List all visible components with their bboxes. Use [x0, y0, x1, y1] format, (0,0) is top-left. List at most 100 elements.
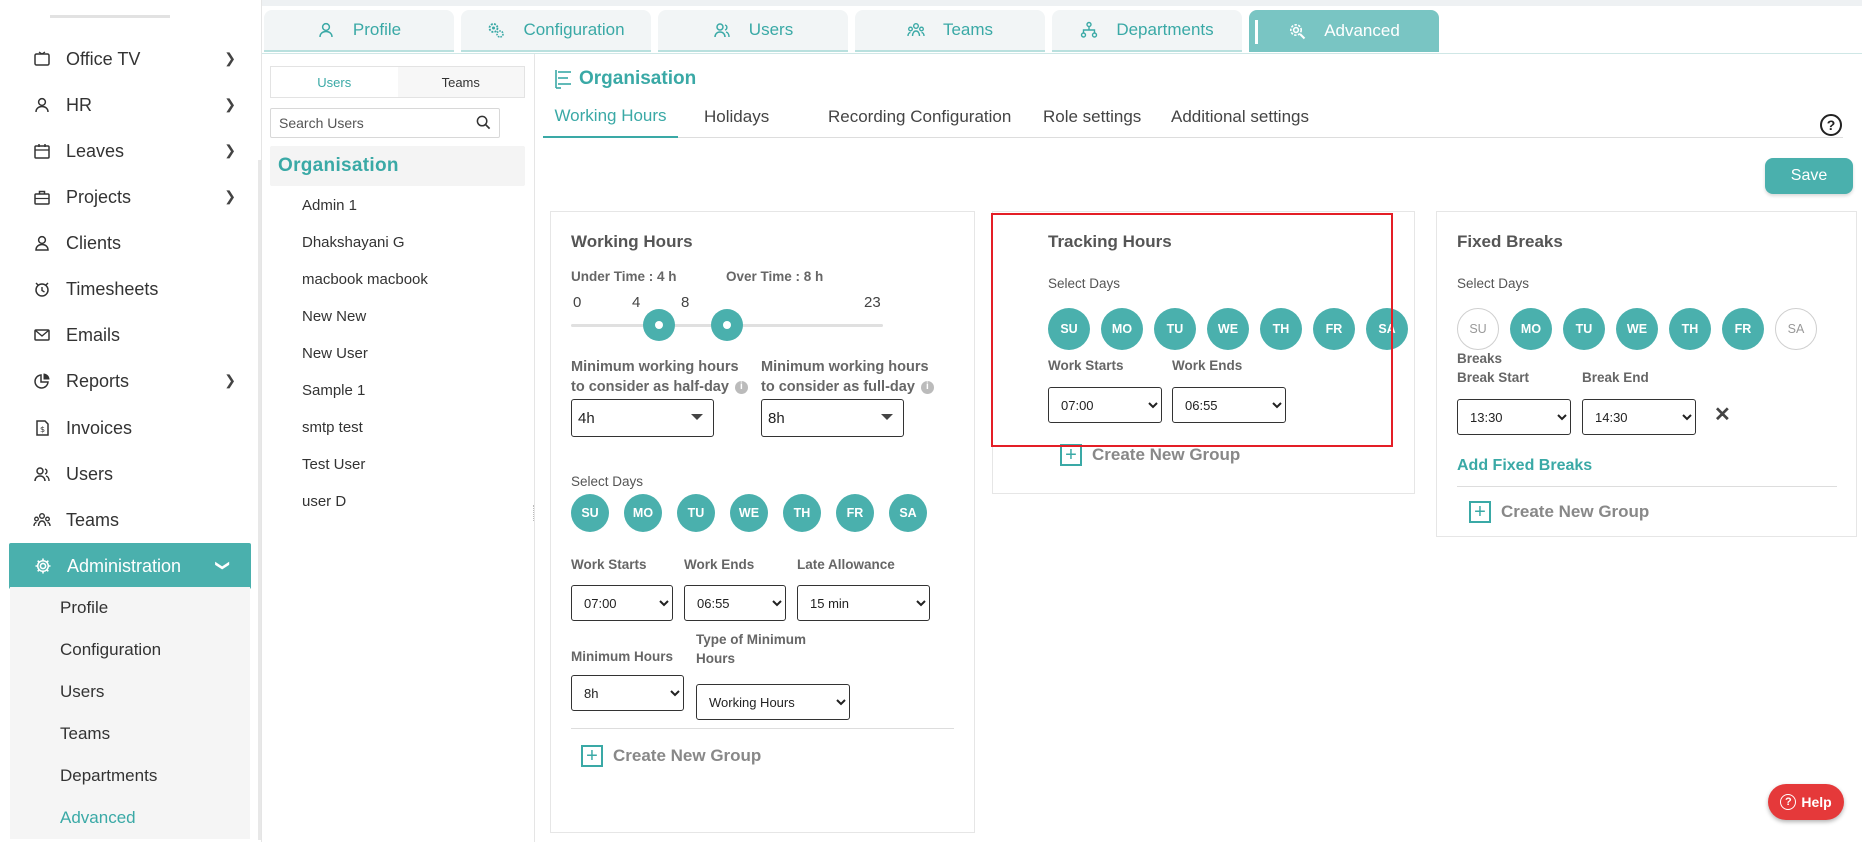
- sidebar-item-clients[interactable]: Clients: [0, 220, 258, 266]
- sidebar-sub-advanced[interactable]: Advanced: [10, 797, 250, 839]
- users-icon: [713, 21, 740, 39]
- switch-teams[interactable]: Teams: [397, 67, 524, 97]
- sidebar-sub-departments[interactable]: Departments: [10, 755, 250, 797]
- sidebar-item-leaves[interactable]: Leaves ❯: [0, 128, 258, 174]
- search-users-input[interactable]: [279, 115, 469, 131]
- sidebar-item-label: Projects: [66, 186, 132, 207]
- user-list-item[interactable]: Dhakshayani G: [302, 230, 405, 254]
- late-allowance-select[interactable]: 15 min: [797, 585, 930, 621]
- user-list-item[interactable]: New User: [302, 341, 368, 365]
- top-tab-advanced[interactable]: Advanced: [1249, 10, 1439, 52]
- page-title: Organisation: [555, 68, 696, 90]
- tv-icon: [32, 49, 52, 69]
- top-tab-label: Departments: [1116, 20, 1214, 39]
- user-list-item[interactable]: New New: [302, 304, 366, 328]
- top-tab-configuration[interactable]: Configuration: [461, 10, 651, 52]
- sidebar-item-label: Clients: [66, 232, 122, 253]
- tab-holidays[interactable]: Holidays: [704, 96, 769, 138]
- sidebar-item-emails[interactable]: Emails: [0, 312, 258, 358]
- create-new-group-button[interactable]: + Create New Group: [1060, 444, 1240, 466]
- work-ends-select[interactable]: 06:55: [684, 585, 786, 621]
- switch-users[interactable]: Users: [271, 67, 398, 97]
- add-fixed-breaks-link[interactable]: Add Fixed Breaks: [1457, 457, 1592, 475]
- user-list-item[interactable]: macbook macbook: [302, 267, 428, 291]
- day-toggle-su[interactable]: SU: [1457, 308, 1499, 350]
- day-toggle-su[interactable]: SU: [571, 494, 609, 532]
- day-toggle-th[interactable]: TH: [1669, 308, 1711, 350]
- sidebar-item-timesheets[interactable]: Timesheets: [0, 266, 258, 312]
- day-toggle-tu[interactable]: TU: [1563, 308, 1605, 350]
- settings-tabs: Working Hours Holidays Recording Configu…: [543, 96, 1843, 138]
- sidebar-item-label: Reports: [66, 370, 130, 391]
- day-toggle-mo[interactable]: MO: [624, 494, 662, 532]
- sidebar-item-projects[interactable]: Projects ❯: [0, 174, 258, 220]
- help-question-icon[interactable]: ?: [1820, 114, 1842, 136]
- day-toggle-tu[interactable]: TU: [677, 494, 715, 532]
- day-toggle-fr[interactable]: FR: [836, 494, 874, 532]
- sidebar-scrollbar[interactable]: [258, 160, 261, 840]
- minimum-hours-select[interactable]: 8h: [571, 675, 684, 711]
- sidebar-item-office-tv[interactable]: Office TV ❯: [0, 36, 258, 82]
- create-new-group-button[interactable]: + Create New Group: [1469, 501, 1649, 523]
- plus-icon: +: [581, 745, 603, 767]
- sidebar-item-hr[interactable]: HR ❯: [0, 82, 258, 128]
- help-button[interactable]: ? Help: [1768, 784, 1844, 820]
- organisation-node[interactable]: Organisation: [270, 146, 525, 186]
- day-toggle-mo[interactable]: MO: [1510, 308, 1552, 350]
- under-time-label: Under Time : 4 h: [571, 269, 677, 284]
- user-list-item[interactable]: Sample 1: [302, 378, 365, 402]
- close-icon[interactable]: ✕: [1714, 402, 1731, 427]
- day-toggle-th[interactable]: TH: [783, 494, 821, 532]
- sidebar-item-reports[interactable]: Reports ❯: [0, 358, 258, 404]
- day-toggle-we[interactable]: WE: [730, 494, 768, 532]
- full-day-dropdown[interactable]: 8h: [761, 399, 904, 437]
- day-toggle-fr[interactable]: FR: [1722, 308, 1764, 350]
- tab-working-hours[interactable]: Working Hours: [543, 96, 678, 138]
- top-tab-users[interactable]: Users: [658, 10, 848, 52]
- minimum-hours-label: Minimum Hours: [571, 649, 674, 664]
- slider-knob-low[interactable]: [643, 309, 676, 341]
- slider-tick-low: 4: [632, 294, 641, 311]
- help-button-label: Help: [1801, 794, 1832, 810]
- user-list-item[interactable]: smtp test: [302, 415, 363, 439]
- top-tab-profile[interactable]: Profile: [264, 10, 454, 52]
- user-list-item[interactable]: Test User: [302, 452, 365, 476]
- tab-recording-configuration[interactable]: Recording Configuration: [828, 96, 1011, 138]
- top-tab-label: Profile: [352, 20, 402, 39]
- work-starts-select[interactable]: 07:00: [571, 585, 673, 621]
- sidebar-item-teams[interactable]: Teams: [0, 497, 258, 543]
- top-tab-label: Configuration: [523, 20, 625, 39]
- sidebar-item-users[interactable]: Users: [0, 451, 258, 497]
- break-end-select[interactable]: 14:30: [1582, 399, 1696, 435]
- user-list-item[interactable]: Admin 1: [302, 193, 357, 217]
- user-list-item[interactable]: user D: [302, 489, 346, 513]
- break-start-select[interactable]: 13:30: [1457, 399, 1571, 435]
- top-tab-teams[interactable]: Teams: [855, 10, 1045, 52]
- working-hours-title: Working Hours: [571, 232, 693, 251]
- users-teams-switch: Users Teams: [270, 66, 525, 98]
- sidebar-sub-profile[interactable]: Profile: [10, 587, 250, 629]
- sidebar-sub-configuration[interactable]: Configuration: [10, 629, 250, 671]
- clock-icon: [32, 279, 52, 299]
- sidebar-item-invoices[interactable]: $ Invoices: [0, 405, 258, 451]
- sidebar-cut-item: [50, 8, 170, 18]
- slider-knob-high[interactable]: [710, 309, 743, 341]
- sidebar-sub-users[interactable]: Users: [10, 671, 250, 713]
- sidebar-sub-teams[interactable]: Teams: [10, 713, 250, 755]
- day-toggle-we[interactable]: WE: [1616, 308, 1658, 350]
- calendar-icon: [32, 141, 52, 161]
- info-icon[interactable]: i: [734, 380, 748, 394]
- type-minimum-hours-select[interactable]: Working Hours: [696, 684, 850, 720]
- save-button[interactable]: Save: [1765, 158, 1853, 194]
- search-icon[interactable]: [476, 115, 491, 135]
- day-toggle-sa[interactable]: SA: [889, 494, 927, 532]
- sidebar-item-administration[interactable]: Administration ❯: [9, 543, 251, 589]
- top-tab-departments[interactable]: Departments: [1052, 10, 1242, 52]
- create-new-group-button[interactable]: + Create New Group: [581, 745, 761, 767]
- chevron-right-icon: ❯: [224, 96, 236, 112]
- tab-role-settings[interactable]: Role settings: [1043, 96, 1141, 138]
- half-day-dropdown[interactable]: 4h: [571, 399, 714, 437]
- info-icon[interactable]: i: [920, 380, 934, 394]
- day-toggle-sa[interactable]: SA: [1775, 308, 1817, 350]
- tab-additional-settings[interactable]: Additional settings: [1171, 96, 1309, 138]
